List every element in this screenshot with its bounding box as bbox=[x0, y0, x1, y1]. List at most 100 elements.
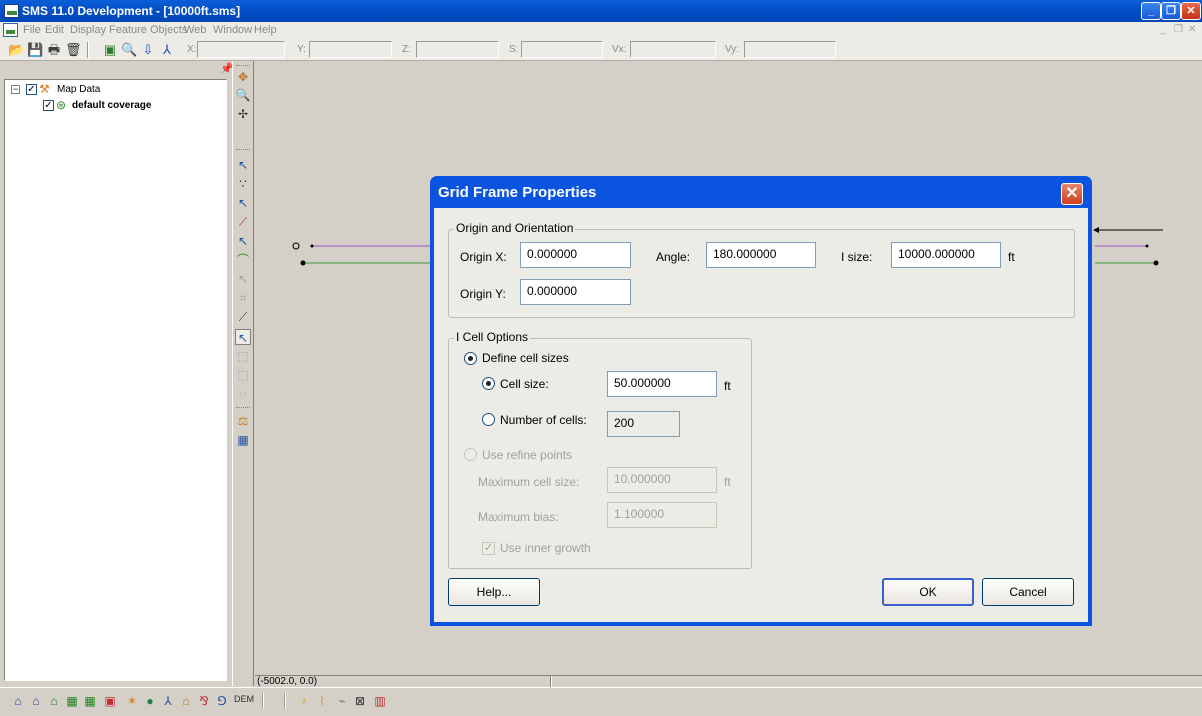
grid-frame-options-icon[interactable]: ⬚ bbox=[235, 367, 251, 383]
menu-bar: File Edit Display Feature Objects Web Wi… bbox=[0, 22, 1202, 39]
cartesian-grid-icon[interactable]: ▦ bbox=[64, 693, 80, 709]
cell-size-radio[interactable] bbox=[482, 377, 495, 390]
create-arc-icon[interactable]: ⌒ bbox=[235, 252, 251, 268]
ok-button[interactable]: OK bbox=[882, 578, 974, 606]
create-arc-group-icon[interactable]: ⌗ bbox=[235, 290, 251, 306]
cancel-button[interactable]: Cancel bbox=[982, 578, 1074, 606]
document-icon[interactable] bbox=[3, 23, 18, 37]
cell-size-field[interactable]: 50.000000 bbox=[607, 371, 717, 397]
isize-field[interactable]: 10000.000000 bbox=[891, 242, 1001, 268]
define-cell-sizes-label[interactable]: Define cell sizes bbox=[482, 351, 569, 365]
mdi-minimize-button[interactable]: _ bbox=[1160, 24, 1166, 35]
zoom-icon[interactable]: 🔍 bbox=[121, 42, 137, 58]
vy-coord-field[interactable] bbox=[744, 41, 836, 58]
map-module-icon[interactable]: ✶ bbox=[124, 693, 140, 709]
create-feature-point-icon[interactable]: ∵ bbox=[235, 176, 251, 192]
mdi-close-button[interactable]: ✕ bbox=[1188, 24, 1196, 35]
s-coord-field[interactable] bbox=[521, 41, 603, 58]
menu-window[interactable]: Window bbox=[213, 24, 252, 36]
dem-module-label[interactable]: DEM bbox=[234, 694, 254, 704]
1d-grid-module-icon[interactable]: ⌂ bbox=[178, 693, 194, 709]
quadtree-grid-icon[interactable]: ▦ bbox=[82, 693, 98, 709]
origin-y-field[interactable]: 0.000000 bbox=[520, 279, 631, 305]
open-folder-icon[interactable]: 📂 bbox=[8, 42, 24, 58]
rotate-tool-icon[interactable]: ✢ bbox=[235, 106, 251, 122]
raster-module-icon[interactable]: ▣ bbox=[102, 693, 118, 709]
coverage-checkbox[interactable]: ✓ bbox=[43, 100, 54, 111]
max-cell-size-field[interactable]: 10.000000 bbox=[607, 467, 717, 493]
particle-module-icon[interactable]: ⅄ bbox=[160, 693, 176, 709]
origin-orientation-legend: Origin and Orientation bbox=[454, 221, 576, 235]
menu-web[interactable]: Web bbox=[184, 24, 206, 36]
collapse-toggle-icon[interactable]: − bbox=[11, 85, 20, 94]
tree-item-default-coverage[interactable]: default coverage bbox=[72, 100, 151, 111]
vx-coord-field[interactable] bbox=[630, 41, 716, 58]
y-coord-label: Y: bbox=[297, 44, 306, 55]
max-cell-size-unit: ft bbox=[724, 475, 731, 489]
gis-module-icon[interactable]: ● bbox=[142, 693, 158, 709]
delete-icon[interactable]: 🗑 bbox=[65, 42, 82, 58]
origin-x-field[interactable]: 0.000000 bbox=[520, 242, 631, 268]
refresh-icon[interactable]: ▣ bbox=[102, 42, 118, 58]
max-bias-field[interactable]: 1.100000 bbox=[607, 502, 717, 528]
use-refine-points-label[interactable]: Use refine points bbox=[482, 448, 572, 462]
select-vertex-icon[interactable]: ↖ bbox=[235, 195, 251, 211]
axes-icon[interactable]: ⅄ bbox=[159, 42, 175, 58]
select-grid-frame-icon[interactable]: ⬚ bbox=[235, 348, 251, 364]
1d-river-module-icon[interactable]: ⅋ bbox=[196, 693, 212, 709]
x-coord-field[interactable] bbox=[197, 41, 285, 58]
y-coord-field[interactable] bbox=[309, 41, 392, 58]
select-polygon-icon[interactable]: ⟋ bbox=[235, 309, 251, 325]
select-arc-group-icon[interactable]: ↖ bbox=[235, 271, 251, 287]
map-data-checkbox[interactable]: ✓ bbox=[26, 84, 37, 95]
profile-plot-icon[interactable]: ⊠ bbox=[352, 693, 368, 709]
menu-file[interactable]: File bbox=[23, 24, 41, 36]
tree-item-map-data[interactable]: Map Data bbox=[57, 84, 100, 95]
save-icon[interactable]: 💾 bbox=[27, 42, 43, 58]
cell-size-label[interactable]: Cell size: bbox=[500, 377, 549, 391]
feature-node-icon bbox=[292, 242, 300, 250]
number-of-cells-label[interactable]: Number of cells: bbox=[500, 413, 587, 427]
dialog-close-button[interactable]: ✕ bbox=[1061, 183, 1083, 205]
light-icon[interactable]: ♁ bbox=[296, 693, 312, 709]
bottom-toolbar-separator bbox=[284, 693, 286, 709]
number-of-cells-field[interactable]: 200 bbox=[607, 411, 680, 437]
select-feature-point-icon[interactable]: ↖ bbox=[235, 157, 251, 173]
menu-display[interactable]: Display bbox=[70, 24, 106, 36]
use-inner-growth-checkbox[interactable]: ✓ bbox=[482, 542, 495, 555]
mdi-restore-button[interactable]: ❐ bbox=[1174, 24, 1183, 35]
menu-edit[interactable]: Edit bbox=[45, 24, 64, 36]
bar-chart-icon[interactable]: ▥ bbox=[372, 693, 388, 709]
pan-tool-icon[interactable]: ✥ bbox=[235, 69, 251, 85]
number-of-cells-radio[interactable] bbox=[482, 413, 495, 426]
z-coord-field[interactable] bbox=[416, 41, 499, 58]
menu-feature-objects[interactable]: Feature Objects bbox=[109, 24, 187, 36]
contour-icon[interactable]: ⌇ bbox=[314, 693, 330, 709]
isize-unit: ft bbox=[1008, 250, 1015, 264]
inactive-tool-icon[interactable]: ◌ bbox=[235, 386, 251, 402]
minimize-button[interactable]: _ bbox=[1141, 2, 1161, 20]
measure-tool-icon[interactable]: ⚖ bbox=[235, 413, 251, 429]
generic-model-icon[interactable]: ⅁ bbox=[214, 693, 230, 709]
help-button[interactable]: Help... bbox=[448, 578, 540, 606]
print-icon[interactable]: 🖶 bbox=[46, 42, 62, 58]
get-info-icon[interactable]: ⇩ bbox=[140, 42, 156, 58]
restore-button[interactable]: ❐ bbox=[1161, 2, 1181, 20]
zoom-tool-icon[interactable]: 🔍 bbox=[235, 87, 251, 103]
display-options-icon[interactable]: ▦ bbox=[235, 432, 251, 448]
grid-module-icon[interactable]: ⌂ bbox=[46, 693, 62, 709]
create-vertex-icon[interactable]: ⟋ bbox=[235, 214, 251, 230]
palette-grip bbox=[236, 149, 250, 151]
select-arc-icon[interactable]: ↖ bbox=[235, 233, 251, 249]
annotation-icon[interactable]: ⌁ bbox=[334, 693, 350, 709]
define-cell-sizes-radio[interactable] bbox=[464, 352, 477, 365]
angle-field[interactable]: 180.000000 bbox=[706, 242, 816, 268]
dialog-title: Grid Frame Properties bbox=[438, 184, 597, 201]
create-grid-frame-icon[interactable]: ↖ bbox=[235, 329, 251, 345]
menu-help[interactable]: Help bbox=[254, 24, 277, 36]
use-inner-growth-label[interactable]: Use inner growth bbox=[500, 541, 591, 555]
scatter-module-icon[interactable]: ⌂ bbox=[28, 693, 44, 709]
mesh-module-icon[interactable]: ⌂ bbox=[10, 693, 26, 709]
close-window-button[interactable]: ✕ bbox=[1181, 2, 1201, 20]
use-refine-points-radio[interactable] bbox=[464, 448, 477, 461]
